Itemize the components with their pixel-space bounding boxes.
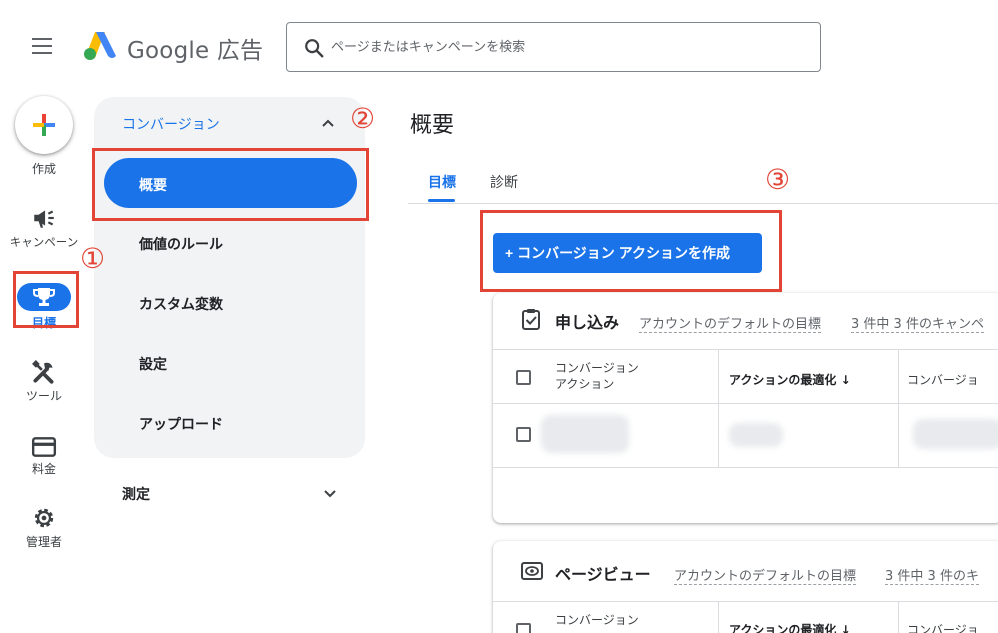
- tab-goals[interactable]: 目標: [428, 172, 456, 192]
- divider: [898, 601, 899, 633]
- submenu-measurement[interactable]: 測定: [122, 484, 150, 504]
- column-header-conversion[interactable]: コンバージョ: [907, 371, 979, 388]
- rail-tools-label: ツール: [25, 389, 62, 403]
- goal-card-page-views: ページビュー アカウントのデフォルトの目標 3 件中 3 件のキ コンバージョン…: [493, 541, 998, 633]
- select-all-checkbox[interactable]: [516, 370, 531, 385]
- search-input[interactable]: [331, 35, 801, 59]
- column-header-action-optimization[interactable]: アクションの最適化 ↓: [729, 371, 851, 388]
- goal-card-title: 申し込み: [555, 313, 620, 332]
- clipboard-check-icon: [522, 309, 540, 330]
- search-icon: [305, 39, 324, 58]
- submenu-item-value-rules[interactable]: 価値のルール: [139, 234, 223, 254]
- gear-icon[interactable]: [31, 505, 57, 531]
- google-ads-logo-text: Google 広告: [127, 38, 264, 64]
- google-ads-logo-icon: [84, 32, 116, 60]
- divider: [493, 403, 998, 404]
- submenu-header-conversions[interactable]: コンバージョン: [122, 114, 220, 134]
- annotation-number-2: ②: [350, 102, 376, 135]
- column-header-conversion-action[interactable]: コンバージョン: [555, 611, 639, 628]
- divider: [718, 601, 719, 633]
- eye-icon: [521, 562, 543, 580]
- redacted-content: [541, 415, 629, 453]
- megaphone-icon[interactable]: [31, 205, 57, 231]
- default-goal-label[interactable]: アカウントのデフォルトの目標: [639, 313, 822, 333]
- redacted-content: [913, 419, 998, 449]
- divider: [718, 349, 719, 467]
- column-header-action-optimization[interactable]: アクションの最適化 ↓: [729, 621, 851, 633]
- rail-billing-label: 料金: [31, 462, 56, 476]
- column-header-conversion-action[interactable]: コンバージョン アクション: [555, 360, 639, 392]
- rail-create-label: 作成: [31, 162, 56, 176]
- divider: [493, 601, 998, 602]
- row-checkbox[interactable]: [516, 427, 531, 442]
- campaign-count-label[interactable]: 3 件中 3 件のキ: [885, 565, 979, 585]
- chevron-up-icon[interactable]: [320, 115, 336, 131]
- tools-icon[interactable]: [31, 359, 57, 385]
- annotation-box-goals: [13, 271, 79, 328]
- default-goal-label[interactable]: アカウントのデフォルトの目標: [674, 565, 857, 585]
- page-title: 概要: [410, 113, 455, 138]
- goal-card-title: ページビュー: [555, 565, 651, 584]
- tab-divider: [408, 203, 998, 204]
- rail-campaigns-label[interactable]: キャンペーン: [0, 236, 88, 249]
- annotation-box-create-button: [480, 210, 782, 292]
- tab-active-indicator: [428, 199, 455, 202]
- divider: [493, 349, 998, 350]
- main-menu-icon[interactable]: [32, 38, 52, 54]
- submenu-item-settings[interactable]: 設定: [139, 354, 167, 374]
- tab-diagnostics[interactable]: 診断: [490, 172, 518, 192]
- column-header-conversion[interactable]: コンバージョ: [907, 621, 979, 633]
- annotation-number-1: ①: [80, 242, 106, 275]
- chevron-down-icon[interactable]: [322, 485, 338, 501]
- annotation-box-overview: [92, 148, 369, 221]
- redacted-content: [729, 423, 783, 447]
- rail-admin-label: 管理者: [25, 535, 62, 549]
- goal-card-applications: 申し込み アカウントのデフォルトの目標 3 件中 3 件のキャンペ コンバージョ…: [493, 293, 998, 523]
- search-box[interactable]: [286, 22, 821, 72]
- credit-card-icon[interactable]: [31, 434, 57, 460]
- divider: [898, 349, 899, 467]
- campaign-count-label[interactable]: 3 件中 3 件のキャンペ: [851, 313, 984, 333]
- plus-icon: [33, 114, 55, 136]
- annotation-number-3: ③: [765, 163, 791, 196]
- submenu-item-custom-variables[interactable]: カスタム変数: [139, 294, 223, 314]
- create-button[interactable]: [15, 96, 73, 154]
- divider: [493, 467, 998, 468]
- submenu-item-uploads[interactable]: アップロード: [139, 414, 223, 434]
- select-all-checkbox[interactable]: [516, 623, 531, 633]
